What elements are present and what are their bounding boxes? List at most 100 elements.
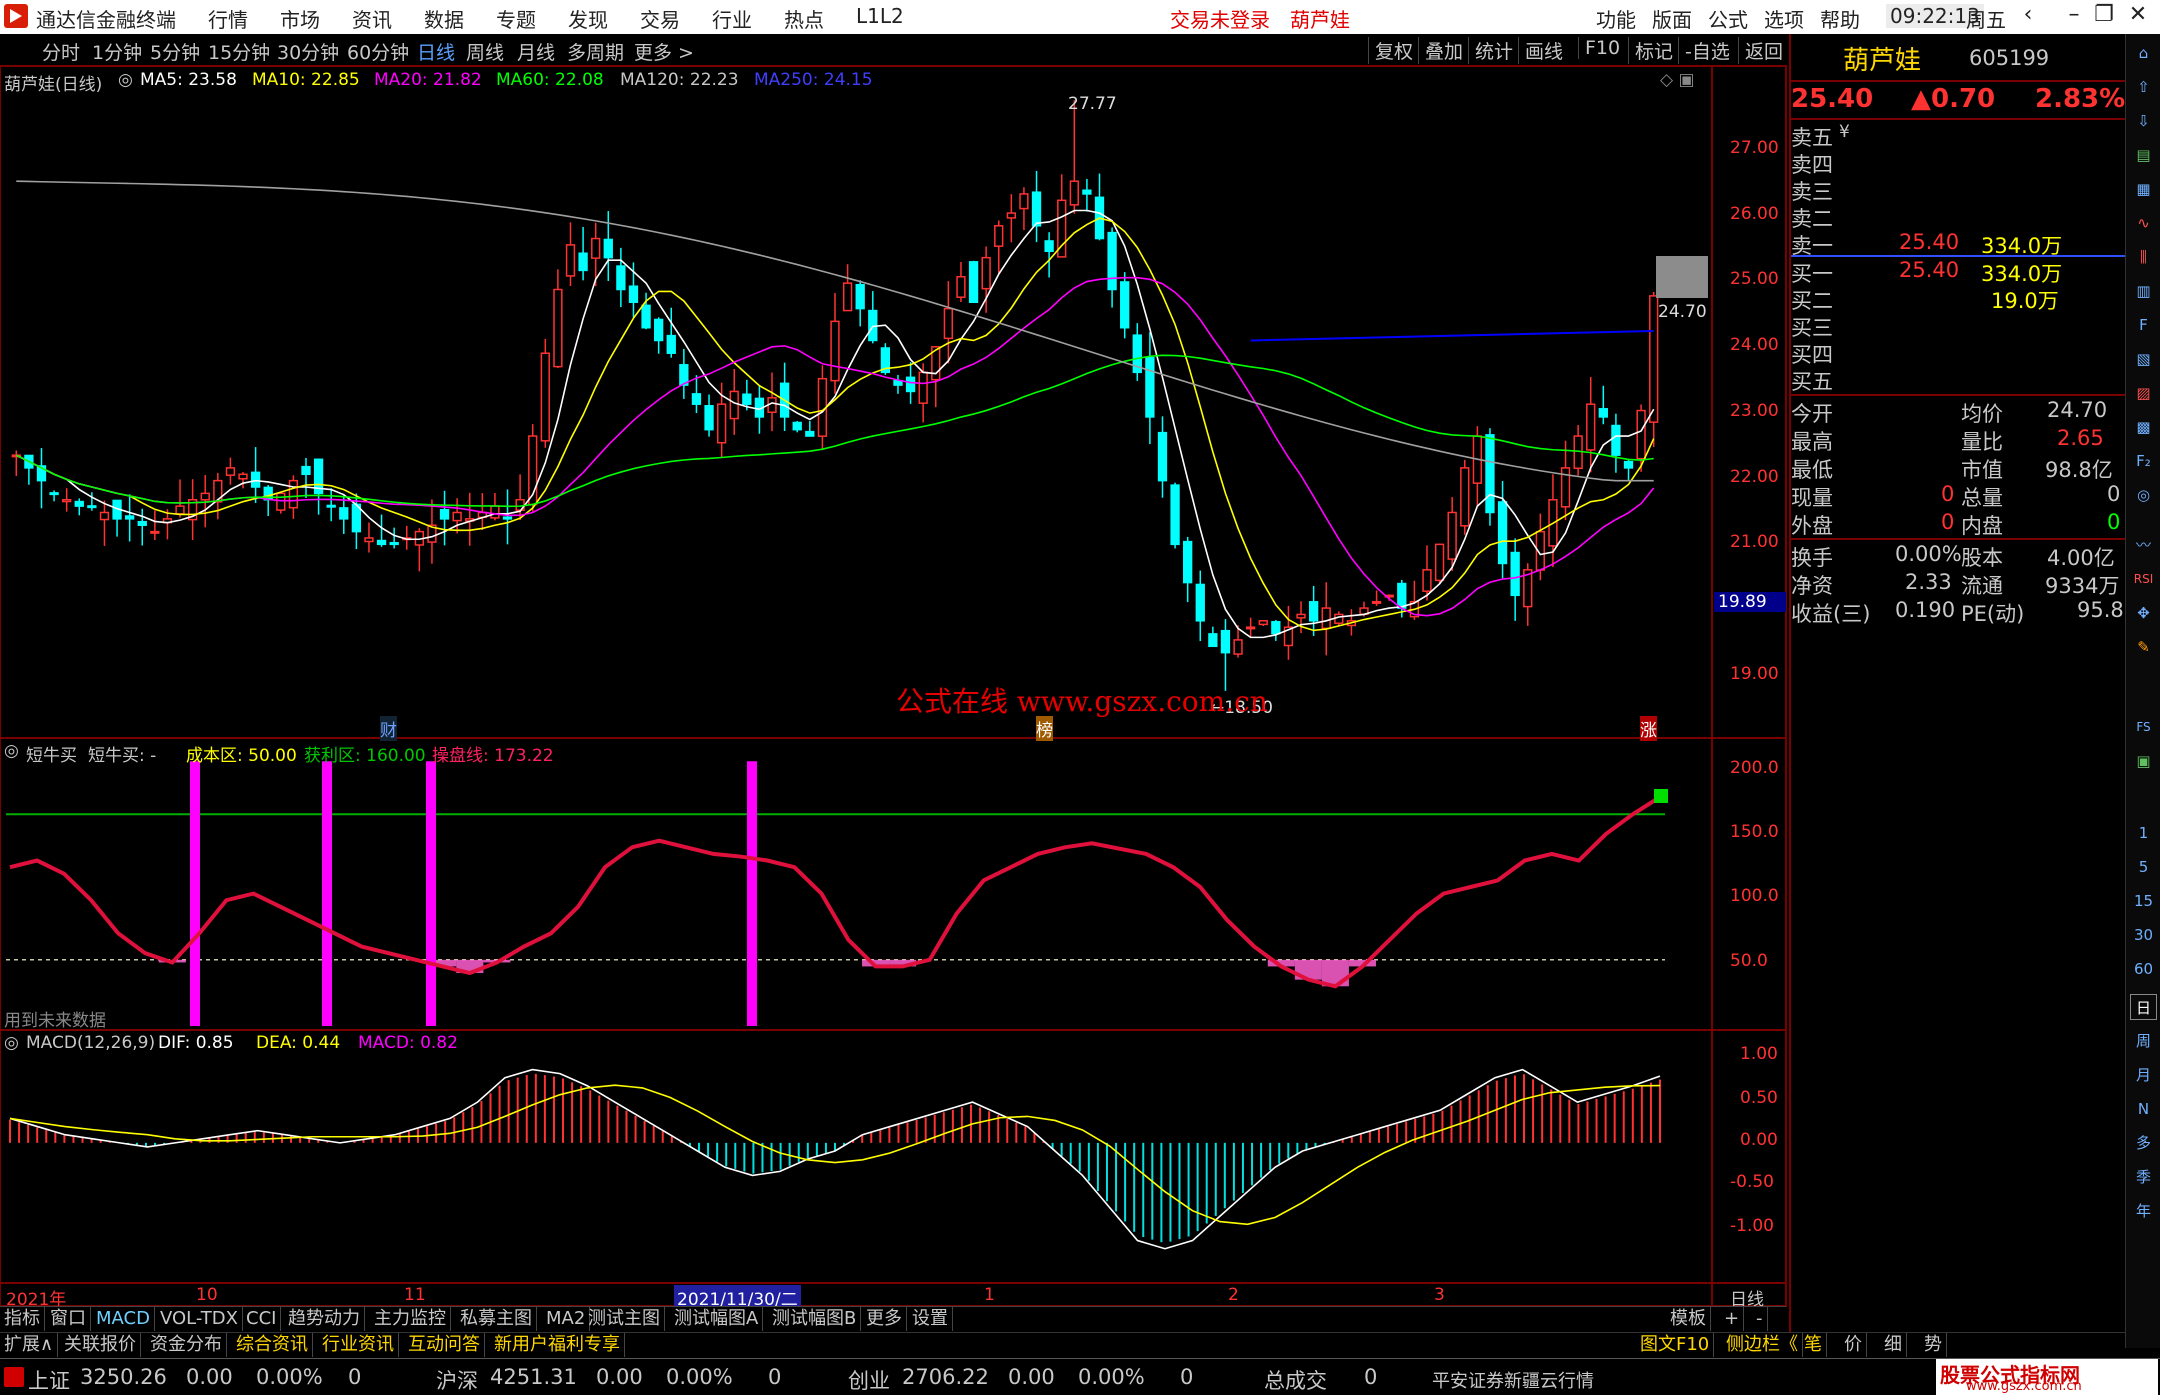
marker-bang[interactable]: 榜 xyxy=(1036,716,1053,741)
ind2-toggle-icon[interactable]: ◎ xyxy=(4,1033,19,1053)
candle-body xyxy=(1170,484,1180,546)
candle-body xyxy=(376,539,387,546)
marker-zhang[interactable]: 涨 xyxy=(1640,716,1657,741)
ytick-main-6: 21.00 xyxy=(1730,532,1779,552)
strip-cross-icon[interactable]: ✥ xyxy=(2130,600,2157,626)
tab-vol-tdx[interactable]: VOL-TDX xyxy=(156,1307,243,1331)
stat-low-label: 最低 xyxy=(1791,458,1833,482)
tab-cci[interactable]: CCI xyxy=(242,1307,282,1331)
strip-period-1[interactable]: 1 xyxy=(2130,820,2157,846)
tab-ceshizhutu[interactable]: 测试主图 xyxy=(584,1307,665,1331)
tab-simuzhutu[interactable]: 私募主图 xyxy=(456,1307,537,1331)
candle-body xyxy=(805,430,815,437)
strip-detail-icon[interactable]: ▥ xyxy=(2130,278,2157,304)
stat-shares-label: 股本 xyxy=(1961,546,2003,570)
tab-ceshifutu-a[interactable]: 测试幅图A xyxy=(670,1307,764,1331)
yuan-icon: ¥ xyxy=(1839,122,1850,142)
ind1-toggle-icon[interactable]: ◎ xyxy=(4,741,19,761)
btab-industry-news[interactable]: 行业资讯 xyxy=(318,1333,399,1357)
strip-doc-icon[interactable]: ▧ xyxy=(2130,346,2157,372)
tab-qushidongli[interactable]: 趋势动力 xyxy=(284,1307,365,1331)
strip-chart-icon[interactable]: ▨ xyxy=(2130,380,2157,406)
strip-period-day[interactable]: 日 xyxy=(2130,994,2157,1020)
sh-change: 0.00 xyxy=(186,1365,233,1389)
strip-list-icon[interactable]: ▤ xyxy=(2130,142,2157,168)
strip-pen-icon[interactable]: ✎ xyxy=(2130,634,2157,660)
divider xyxy=(1791,118,2125,120)
candle-body xyxy=(301,465,311,476)
strip-period-season[interactable]: 季 xyxy=(2130,1164,2157,1190)
strip-period-15[interactable]: 15 xyxy=(2130,888,2157,914)
btab-qa[interactable]: 互动问答 xyxy=(404,1333,485,1357)
tab-zhibiao[interactable]: 指标 xyxy=(0,1307,45,1331)
strip-period-n[interactable]: N xyxy=(2130,1096,2157,1122)
tab-ceshifutu-b[interactable]: 测试幅图B xyxy=(768,1307,862,1331)
buy1-price: 25.40 xyxy=(1899,258,1960,282)
ind2-macd: MACD: 0.82 xyxy=(358,1033,458,1053)
strip-fs-icon[interactable]: FS xyxy=(2130,714,2157,740)
candle-body xyxy=(1586,403,1596,451)
candle-body xyxy=(1321,607,1331,630)
candle-body xyxy=(691,393,702,405)
tab-macd[interactable]: MACD xyxy=(92,1307,155,1331)
strip-period-60[interactable]: 60 xyxy=(2130,956,2157,982)
market-flag-icon[interactable] xyxy=(4,1367,24,1387)
btab-sidebar[interactable]: 侧边栏《 xyxy=(1722,1333,1803,1357)
cy-label[interactable]: 创业 xyxy=(848,1365,890,1395)
btab-fund-dist[interactable]: 资金分布 xyxy=(146,1333,227,1357)
ind2-name: MACD(12,26,9) xyxy=(26,1033,156,1053)
signal-bar xyxy=(747,761,757,1026)
tab-add[interactable]: + xyxy=(1720,1307,1745,1331)
strip-period-multi[interactable]: 多 xyxy=(2130,1130,2157,1156)
tab-settings[interactable]: 设置 xyxy=(908,1307,953,1331)
strip-period-year[interactable]: 年 xyxy=(2130,1198,2157,1224)
btab-xi[interactable]: 细 xyxy=(1880,1333,1907,1357)
strip-home-icon[interactable]: ⌂ xyxy=(2130,40,2157,66)
btab-f10[interactable]: 图文F10 xyxy=(1636,1333,1715,1357)
chart-settings-icon[interactable]: ◇ ▣ xyxy=(1660,70,1695,90)
strip-period-30[interactable]: 30 xyxy=(2130,922,2157,948)
tab-remove[interactable]: - xyxy=(1752,1307,1768,1331)
ma20-label: MA20: 21.82 xyxy=(374,70,482,90)
ind1-cost: 成本区: 50.00 xyxy=(186,746,297,766)
candle-body xyxy=(553,288,563,368)
sh-label[interactable]: 上证 xyxy=(28,1365,70,1395)
btab-bi[interactable]: 笔 xyxy=(1800,1333,1827,1357)
btab-related-quote[interactable]: 关联报价 xyxy=(60,1333,141,1357)
strip-wave-icon[interactable]: 〰 xyxy=(2130,532,2157,558)
ytick-ind2-3: -0.50 xyxy=(1730,1172,1774,1192)
strip-period-week[interactable]: 周 xyxy=(2130,1028,2157,1054)
strip-fund-icon[interactable]: ▩ xyxy=(2130,414,2157,440)
tab-zhulijiankong[interactable]: 主力监控 xyxy=(370,1307,451,1331)
btab-newuser[interactable]: 新用户福利专享 xyxy=(490,1333,625,1357)
candle-body xyxy=(1598,408,1608,418)
stat-avg-label: 均价 xyxy=(1961,402,2003,426)
strip-period-month[interactable]: 月 xyxy=(2130,1062,2157,1088)
strip-circle-icon[interactable]: ◎ xyxy=(2130,482,2157,508)
tab-more[interactable]: 更多 xyxy=(862,1307,907,1331)
strip-f2-icon[interactable]: F₂ xyxy=(2130,448,2157,474)
strip-kline-icon[interactable]: ⫼ xyxy=(2130,244,2157,270)
candle-body xyxy=(1649,295,1659,423)
strip-f10-icon[interactable]: F xyxy=(2130,312,2157,338)
strip-grid-icon[interactable]: ▦ xyxy=(2130,176,2157,202)
ma-toggle-icon[interactable]: ◎ xyxy=(118,70,133,90)
btab-shi[interactable]: 势 xyxy=(1920,1333,1947,1357)
tab-template[interactable]: 模板 xyxy=(1666,1307,1711,1331)
btab-extend[interactable]: 扩展∧ xyxy=(0,1333,59,1357)
strip-img-icon[interactable]: ▣ xyxy=(2130,748,2157,774)
strip-up-icon[interactable]: ⇧ xyxy=(2130,74,2157,100)
btab-jia[interactable]: 价 xyxy=(1840,1333,1867,1357)
tab-chuangkou[interactable]: 窗口 xyxy=(46,1307,91,1331)
strip-line-icon[interactable]: ∿ xyxy=(2130,210,2157,236)
candle-body xyxy=(276,492,286,511)
indicator1-layer xyxy=(6,761,1668,1026)
strip-period-5[interactable]: 5 xyxy=(2130,854,2157,880)
hs-label[interactable]: 沪深 xyxy=(436,1365,478,1395)
strip-down-icon[interactable]: ⇩ xyxy=(2130,108,2157,134)
signal-bar xyxy=(322,761,332,1026)
marker-cai[interactable]: 财 xyxy=(380,716,397,741)
candle-body xyxy=(1082,189,1092,195)
strip-rsi-icon[interactable]: RSI xyxy=(2130,566,2157,592)
btab-news[interactable]: 综合资讯 xyxy=(232,1333,313,1357)
